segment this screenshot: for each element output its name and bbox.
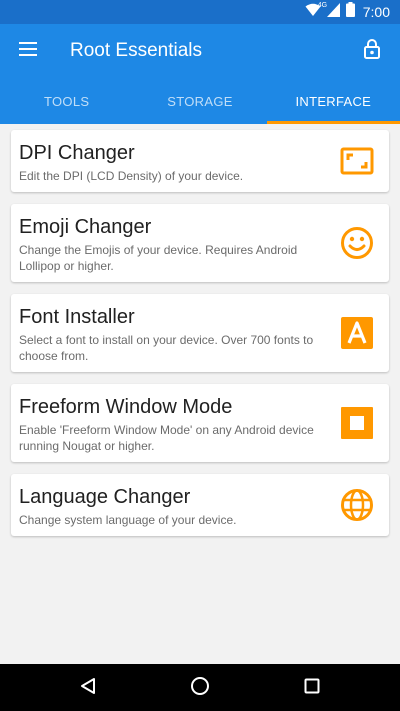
cellular-signal-icon: 4G [318,2,340,22]
font-letter-a-icon [339,315,375,351]
tab-tools[interactable]: TOOLS [0,78,133,124]
list-item-freeform-window-mode[interactable]: Freeform Window Mode Enable 'Freeform Wi… [11,384,389,462]
status-bar: 4G 7:00 [0,0,400,24]
home-icon [190,676,210,701]
network-type-label: 4G [317,1,328,9]
item-title: Language Changer [19,486,191,508]
item-title: Freeform Window Mode [19,396,233,418]
menu-button[interactable] [10,33,46,69]
aspect-ratio-icon [339,143,375,179]
item-description: Change system language of your device. [19,513,237,527]
list-item-font-installer[interactable]: Font Installer Select a font to install … [11,294,389,372]
recents-icon [304,678,320,699]
item-description: Change the Emojis of your device. Requir… [19,243,298,273]
item-description: Enable 'Freeform Window Mode' on any And… [19,423,314,453]
item-description: Edit the DPI (LCD Density) of your devic… [19,169,244,183]
list-item-dpi-changer[interactable]: DPI Changer Edit the DPI (LCD Density) o… [11,130,389,192]
tab-storage[interactable]: STORAGE [133,78,266,124]
item-title: DPI Changer [19,142,135,164]
item-title: Emoji Changer [19,216,152,238]
lock-open-icon [364,38,380,64]
freeform-window-icon [339,405,375,441]
app-title: Root Essentials [70,40,203,61]
lock-button[interactable] [354,33,390,69]
tab-bar: TOOLS STORAGE INTERFACE [0,78,400,124]
recents-button[interactable] [296,672,328,704]
item-description: Select a font to install on your device.… [19,333,314,363]
status-icons: 4G 7:00 [305,2,390,22]
app-bar: Root Essentials [0,24,400,78]
list-item-emoji-changer[interactable]: Emoji Changer Change the Emojis of your … [11,204,389,282]
item-title: Font Installer [19,306,135,328]
tab-interface[interactable]: INTERFACE [266,78,400,124]
back-button[interactable] [72,672,104,704]
list-item-language-changer[interactable]: Language Changer Change system language … [11,474,389,536]
navigation-bar [0,664,400,711]
back-icon [79,677,97,700]
battery-icon [345,2,355,22]
smiley-face-icon [339,225,375,261]
status-time: 7:00 [362,4,390,20]
hamburger-menu-icon [19,41,37,61]
interface-tools-list: DPI Changer Edit the DPI (LCD Density) o… [0,124,400,664]
globe-icon [339,487,375,523]
home-button[interactable] [184,672,216,704]
